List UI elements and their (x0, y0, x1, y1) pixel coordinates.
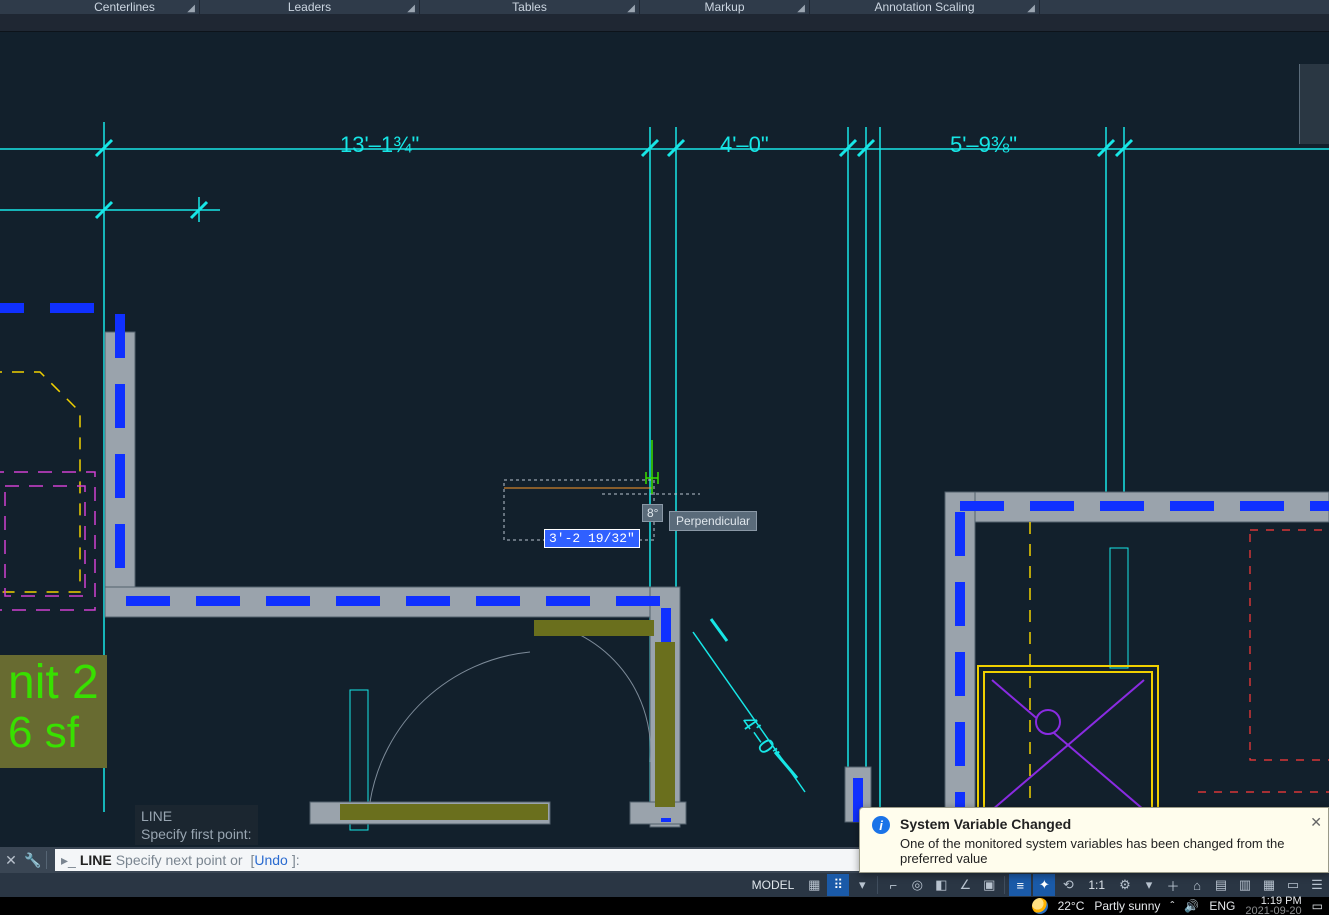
taskbar-clock[interactable]: 1:19 PM 2021-09-20 (1245, 896, 1301, 915)
drawing-svg: 13'–1¾" 4'–0" 5'–9⅜" 4'–0" (0, 32, 1329, 847)
expand-icon[interactable]: ◢ (187, 3, 195, 14)
taskbar-lang[interactable]: ENG (1209, 899, 1235, 913)
balloon-title: System Variable Changed (900, 816, 1314, 832)
dynamic-distance-input[interactable]: 3'-2 19/32" (544, 529, 640, 548)
expand-icon[interactable]: ◢ (627, 3, 635, 14)
room-tag-title: nit 2 (8, 659, 99, 707)
otrack-icon[interactable]: ∠ (954, 874, 976, 896)
room-tag-area: 6 sf (8, 707, 99, 760)
notifications-icon[interactable]: ▭ (1312, 899, 1323, 913)
chevron-up-icon[interactable]: ˆ (1170, 899, 1174, 913)
units-icon[interactable]: ▥ (1234, 874, 1256, 896)
hardware-accel-icon[interactable]: ▦ (1258, 874, 1280, 896)
expand-icon[interactable]: ◢ (1027, 3, 1035, 14)
anno-scale-button[interactable]: 1:1 (1081, 874, 1112, 896)
clean-screen-icon[interactable]: ▭ (1282, 874, 1304, 896)
model-space-button[interactable]: MODEL (745, 874, 802, 896)
expand-icon[interactable]: ◢ (407, 3, 415, 14)
navigation-bar[interactable] (1299, 64, 1329, 144)
dropdown-icon[interactable]: ▾ (851, 874, 873, 896)
dim-text-1: 13'–1¾" (340, 132, 419, 157)
ribbon-group-tables[interactable]: Tables◢ (420, 0, 640, 14)
close-icon[interactable]: ✕ (1310, 814, 1322, 831)
dim-text-3: 5'–9⅜" (950, 132, 1017, 157)
dynamic-angle-readout: 8° (642, 504, 663, 522)
gear-icon[interactable]: ⚙ (1114, 874, 1136, 896)
room-tag: nit 2 6 sf (0, 655, 107, 768)
expand-icon[interactable]: ◢ (797, 3, 805, 14)
command-history-overlay: LINE Specify first point: (135, 805, 258, 845)
ribbon-group-centerlines[interactable]: Centerlines◢ (50, 0, 200, 14)
add-scale-icon[interactable]: ＋ (1162, 874, 1184, 896)
osnap-tooltip: Perpendicular (669, 511, 757, 531)
weather-icon[interactable] (1032, 898, 1048, 914)
sysvar-balloon: i ✕ System Variable Changed One of the m… (859, 807, 1329, 873)
drawing-canvas[interactable]: 13'–1¾" 4'–0" 5'–9⅜" 4'–0" 3'-2 19/32" 8… (0, 32, 1329, 847)
ribbon-group-leaders[interactable]: Leaders◢ (200, 0, 420, 14)
ortho-icon[interactable]: ⌐ (882, 874, 904, 896)
lineweight-icon[interactable]: ≡ (1009, 874, 1031, 896)
status-bar: MODEL ▦ ⠿ ▾ ⌐ ◎ ◧ ∠ ▣ ≡ ✦ ⟲ 1:1 ⚙ ▾ ＋ ⌂ … (0, 873, 1329, 897)
isodraft-icon[interactable]: ◧ (930, 874, 952, 896)
file-tab-strip[interactable] (0, 14, 1329, 32)
customize-icon[interactable]: 🔧 (22, 852, 44, 869)
dropdown-icon[interactable]: ▾ (1138, 874, 1160, 896)
volume-icon[interactable]: 🔊 (1184, 899, 1199, 913)
grid-icon[interactable]: ▦ (803, 874, 825, 896)
ribbon-group-markup[interactable]: Markup◢ (640, 0, 810, 14)
snap-mode-icon[interactable]: ⠿ (827, 874, 849, 896)
balloon-body: One of the monitored system variables ha… (900, 836, 1314, 866)
polar-icon[interactable]: ◎ (906, 874, 928, 896)
ribbon: Centerlines◢Leaders◢Tables◢Markup◢Annota… (0, 0, 1329, 14)
dim-text-2: 4'–0" (720, 132, 769, 157)
taskbar-temp[interactable]: 22°C (1058, 899, 1085, 913)
cycling-icon[interactable]: ⟲ (1057, 874, 1079, 896)
osnap-icon[interactable]: ▣ (978, 874, 1000, 896)
taskbar-weather[interactable]: Partly sunny (1094, 899, 1160, 913)
anno-monitor-icon[interactable]: ▤ (1210, 874, 1232, 896)
transparency-icon[interactable]: ✦ (1033, 874, 1055, 896)
ribbon-group-annotation-scaling[interactable]: Annotation Scaling◢ (810, 0, 1040, 14)
close-icon[interactable]: ✕ (0, 852, 22, 869)
workspace-icon[interactable]: ⌂ (1186, 874, 1208, 896)
menu-icon[interactable]: ☰ (1306, 874, 1328, 896)
info-icon: i (872, 816, 890, 834)
windows-taskbar: 22°C Partly sunny ˆ 🔊 ENG 1:19 PM 2021-0… (0, 897, 1329, 915)
